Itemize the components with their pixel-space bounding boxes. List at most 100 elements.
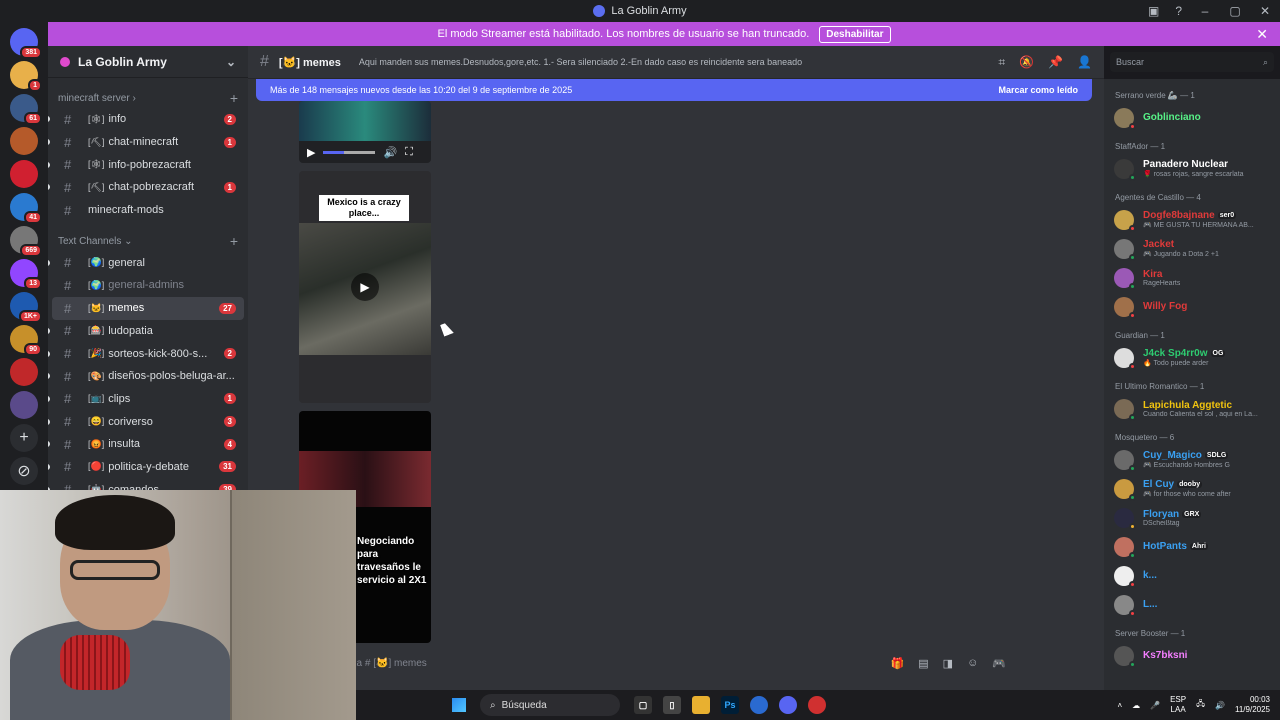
threads-icon[interactable]: ⌗: [998, 55, 1005, 70]
create-channel-icon[interactable]: +: [230, 233, 238, 249]
member-item[interactable]: Dogfe8bajnane ser0 🎮 ME GUSTA TU HERMANA A…: [1104, 205, 1280, 234]
channel-item-chat-minecraft[interactable]: # [⛏] chat-minecraft 1: [48, 131, 244, 154]
server-icon-7[interactable]: 13: [10, 259, 42, 290]
network-icon[interactable]: 🖧: [1196, 698, 1205, 712]
new-messages-bar[interactable]: Más de 148 mensajes nuevos desde las 10:…: [256, 79, 1092, 101]
member-item[interactable]: Lapichula Aggtetic Cuando Calienta el sol…: [1104, 394, 1280, 423]
photoshop-icon[interactable]: Ps: [721, 696, 739, 714]
add-server-button[interactable]: +: [10, 424, 38, 452]
member-item[interactable]: J4ck Sp4rr0w OG 🔥 Todo puede arder: [1104, 343, 1280, 372]
volume-icon[interactable]: 🔊: [383, 146, 397, 159]
member-item[interactable]: Floryan GRX DScheißtag: [1104, 503, 1280, 532]
fullscreen-icon[interactable]: ⛶: [405, 146, 413, 159]
gif-icon[interactable]: ▤: [918, 657, 928, 670]
channel-item-politica[interactable]: # [🔴] politica-y-debate 31: [48, 456, 244, 479]
chevron-up-icon[interactable]: ˄: [1117, 701, 1122, 710]
channel-item-sorteos[interactable]: # [🎉] sorteos-kick-800-s... 2: [48, 342, 244, 365]
channel-item-info[interactable]: # [🕸] info 2: [48, 108, 244, 131]
server-icon-1[interactable]: 1: [10, 61, 42, 92]
server-icon-8[interactable]: 1K+: [10, 292, 42, 323]
channel-item-comandos[interactable]: # [🤖] comandos 39: [48, 478, 244, 490]
gift-icon[interactable]: 🎁: [891, 657, 905, 670]
play-icon[interactable]: ▶: [307, 146, 315, 159]
inbox-icon[interactable]: ▣: [1148, 4, 1159, 18]
channel-item-coriverso[interactable]: # [😄] coriverso 3: [48, 410, 244, 433]
volume-icon[interactable]: 🔊: [1215, 701, 1225, 710]
task-view-icon[interactable]: ▢: [634, 696, 652, 714]
channel-item-clips[interactable]: # [📺] clips 1: [48, 388, 244, 411]
unread-indicator: [48, 350, 50, 357]
cloud-icon[interactable]: ☁: [1132, 701, 1140, 710]
taskbar-search[interactable]: ⌕ Búsqueda: [480, 694, 620, 716]
pin-icon[interactable]: 📌: [1048, 55, 1063, 70]
member-item[interactable]: Ks7bksni: [1104, 641, 1280, 670]
notification-bell-icon[interactable]: 🔕: [1019, 55, 1034, 70]
create-channel-icon[interactable]: +: [230, 90, 238, 106]
member-item[interactable]: Cuy_Magico SDLG 🎮 Escuchando Hombres G: [1104, 445, 1280, 474]
channel-item-memes[interactable]: # [🐱] memes 27: [52, 296, 244, 320]
video-attachment-1[interactable]: ▶ 🔊 ⛶: [299, 101, 431, 163]
member-item[interactable]: Goblinciano: [1104, 103, 1280, 132]
category-minecraft[interactable]: minecraft server › +: [48, 88, 248, 108]
channel-item-chat-pobrezacraft[interactable]: # [⛏] chat-pobrezacraft 1: [48, 176, 244, 199]
server-icon-10[interactable]: [10, 358, 38, 386]
member-item[interactable]: Kira RageHearts: [1104, 263, 1280, 292]
status-dot-icon: [1129, 660, 1136, 668]
discord-icon[interactable]: [779, 696, 797, 714]
channel-header: # [🐱] memes Aqui manden sus memes.Desnud…: [248, 46, 1104, 79]
direct-messages-button[interactable]: 381: [10, 28, 42, 59]
member-item[interactable]: El Cuy dooby 🎮 for those who come after: [1104, 474, 1280, 503]
search-input[interactable]: Buscar ⌕: [1110, 52, 1274, 72]
app-icon-red[interactable]: [808, 696, 826, 714]
mark-as-read-button[interactable]: Marcar como leído: [998, 85, 1078, 95]
member-item[interactable]: Jacket 🎮 Jugando a Dota 2 +1: [1104, 234, 1280, 263]
minimize-button[interactable]: –: [1198, 4, 1212, 18]
channel-item-disenos[interactable]: # [🎨] diseños-polos-beluga-ar...: [48, 365, 244, 388]
windows-start-icon[interactable]: [452, 698, 466, 712]
server-icon-11[interactable]: [10, 391, 38, 419]
streamer-mode-banner: El modo Streamer está habilitado. Los no…: [48, 22, 1280, 46]
server-icon-2[interactable]: 61: [10, 94, 42, 125]
play-button-icon[interactable]: ▶: [351, 273, 379, 301]
chrome-icon[interactable]: [750, 696, 768, 714]
channel-item-ludopatia[interactable]: # [🎰] ludopatia: [48, 320, 244, 343]
category-text-channels[interactable]: Text Channels ⌄ +: [48, 231, 248, 251]
emoji-icon[interactable]: ☺: [967, 657, 978, 670]
member-item[interactable]: L...: [1104, 590, 1280, 619]
channel-item-general-admins[interactable]: # [🌍] general-admins: [52, 274, 244, 297]
member-item[interactable]: Panadero Nuclear 🌹 rosas rojas, sangre es…: [1104, 154, 1280, 183]
apps-icon[interactable]: 🎮: [992, 657, 1006, 670]
close-banner-icon[interactable]: ✕: [1256, 26, 1268, 43]
help-icon[interactable]: ?: [1175, 4, 1182, 18]
close-window-button[interactable]: ✕: [1258, 4, 1272, 18]
message-composer[interactable]: je a # [🐱] memes 🎁 ▤ ◨ ☺ 🎮: [256, 651, 1096, 675]
guild-header[interactable]: La Goblin Army ⌄: [48, 46, 248, 78]
language-indicator[interactable]: ESP LAA: [1170, 695, 1186, 715]
video-attachment-2[interactable]: Mexico is a crazy place... ▶: [299, 171, 431, 403]
sticker-icon[interactable]: ◨: [943, 657, 953, 670]
channel-item-info-pobrezacraft[interactable]: # [🕸] info-pobrezacraft: [48, 153, 244, 176]
server-icon-6[interactable]: 669: [10, 226, 42, 257]
mic-icon[interactable]: 🎤: [1150, 701, 1160, 710]
channel-topic[interactable]: Aqui manden sus memes.Desnudos,gore,etc.…: [359, 57, 998, 67]
member-item[interactable]: HotPants Ahri: [1104, 532, 1280, 561]
app-icon[interactable]: ▯: [663, 696, 681, 714]
server-icon-3[interactable]: [10, 127, 38, 155]
server-icon-5[interactable]: 41: [10, 193, 42, 224]
member-list-icon[interactable]: 👤: [1077, 55, 1092, 70]
server-icon-4[interactable]: [10, 160, 38, 188]
progress-bar[interactable]: [323, 150, 376, 154]
file-explorer-icon[interactable]: [692, 696, 710, 714]
member-item[interactable]: k...: [1104, 561, 1280, 590]
clock[interactable]: 00:03 11/9/2025: [1235, 695, 1270, 715]
channel-item-insulta[interactable]: # [😡] insulta 4: [48, 433, 244, 456]
channel-item-minecraft-mods[interactable]: # minecraft-mods: [52, 199, 244, 222]
maximize-button[interactable]: ▢: [1228, 4, 1242, 18]
server-icon-9[interactable]: 90: [10, 325, 42, 356]
status-dot-icon: [1129, 522, 1136, 530]
avatar: [1114, 449, 1136, 472]
channel-item-general[interactable]: # [🌍] general: [48, 251, 244, 274]
member-item[interactable]: Willy Fog: [1104, 292, 1280, 321]
discover-button[interactable]: ⊘: [10, 457, 38, 485]
disable-streamer-button[interactable]: Deshabilitar: [819, 25, 891, 43]
